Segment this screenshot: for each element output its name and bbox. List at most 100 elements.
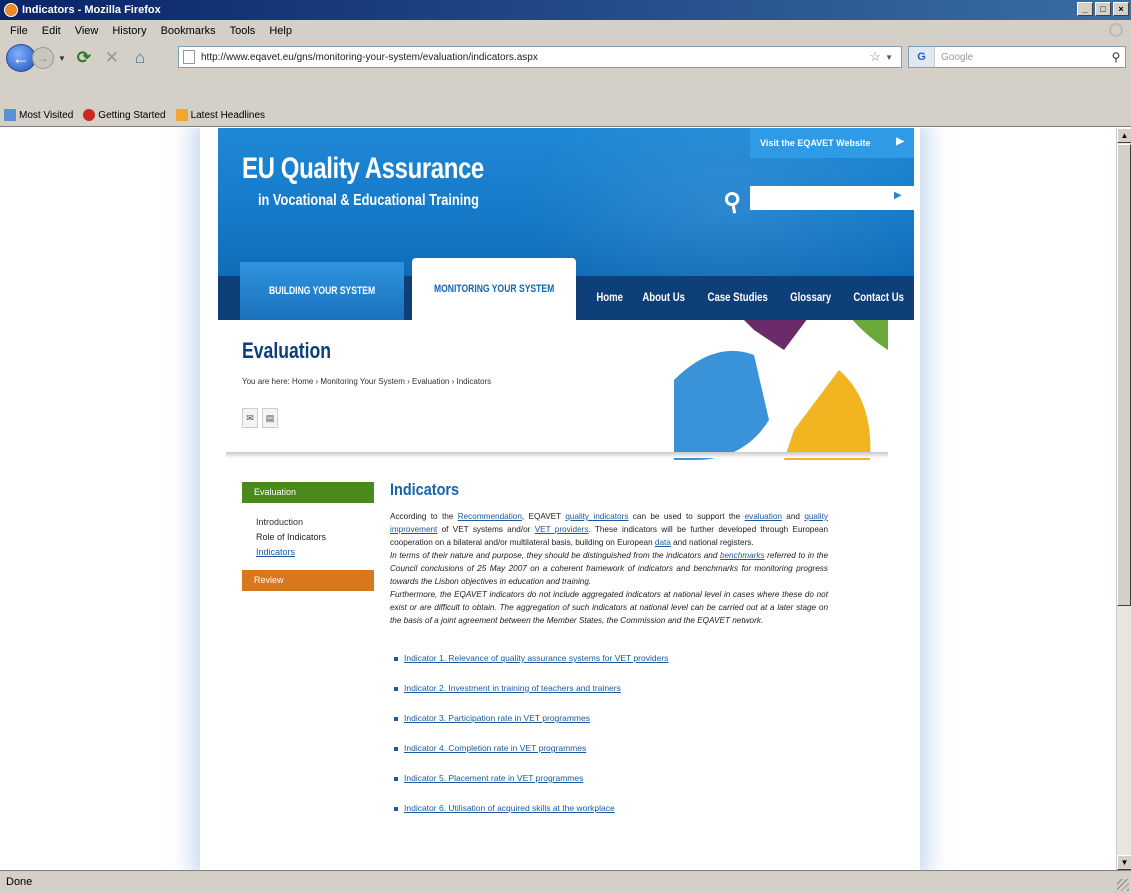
vertical-scrollbar[interactable]: ▲ ▼ (1116, 128, 1131, 870)
url-dropdown-icon[interactable]: ▼ (885, 53, 893, 62)
bookmark-most-visited[interactable]: Most Visited (4, 109, 73, 121)
rss-icon (175, 109, 188, 121)
google-icon[interactable]: G (909, 47, 935, 67)
menu-history[interactable]: History (106, 23, 152, 39)
minimize-button[interactable]: _ (1077, 2, 1093, 16)
page-icon (183, 50, 195, 64)
maximize-button[interactable]: □ (1095, 2, 1111, 16)
main-content: Indicators According to the Recommendati… (390, 480, 828, 831)
scroll-thumb[interactable] (1117, 144, 1131, 606)
divider (226, 452, 888, 458)
status-text: Done (6, 876, 33, 888)
scroll-down-icon[interactable]: ▼ (1117, 855, 1131, 870)
bullet-icon (394, 656, 398, 661)
indicator-list: Indicator 1. Relevance of quality assura… (390, 651, 828, 831)
window-title: Indicators - Mozilla Firefox (22, 4, 161, 16)
forward-icon[interactable]: → (32, 47, 54, 69)
indicator-link-3[interactable]: Indicator 3. Participation rate in VET p… (390, 711, 828, 741)
sidebar-subnav: Introduction Role of Indicators Indicato… (242, 503, 374, 560)
cycle-graphic (674, 320, 888, 460)
link-evaluation[interactable]: evaluation (745, 512, 782, 521)
bookmark-getting-started[interactable]: Getting Started (83, 109, 166, 121)
firefox-icon (4, 3, 18, 17)
bullet-icon (394, 776, 398, 781)
intro-paragraph: According to the Recommendation, EQAVET … (390, 512, 829, 547)
nav-about-us[interactable]: About Us (637, 290, 690, 304)
menu-bar: File Edit View History Bookmarks Tools H… (0, 20, 1131, 42)
nav-glossary[interactable]: Glossary (785, 290, 836, 304)
tab-building-your-system[interactable]: Building Your System (240, 262, 404, 320)
link-quality-indicators[interactable]: quality indicators (565, 512, 628, 521)
search-icon[interactable]: ⚲ (1107, 50, 1125, 64)
menu-tools[interactable]: Tools (224, 23, 262, 39)
sidebar-section-review[interactable]: Review (242, 570, 374, 591)
bookmark-label: Most Visited (19, 109, 74, 121)
bookmark-latest-headlines[interactable]: Latest Headlines (175, 109, 266, 121)
tab-monitoring-your-system[interactable]: Monitoring Your System (412, 258, 576, 320)
menu-bookmarks[interactable]: Bookmarks (155, 23, 222, 39)
site-search-input[interactable] (750, 186, 914, 210)
nav-home[interactable]: Home (593, 290, 626, 304)
menu-edit[interactable]: Edit (36, 23, 67, 39)
breadcrumb[interactable]: You are here: Home › Monitoring Your Sys… (242, 377, 491, 386)
indicator-link-1[interactable]: Indicator 1. Relevance of quality assura… (390, 651, 828, 681)
indicator-link-4[interactable]: Indicator 4. Completion rate in VET prog… (390, 741, 828, 771)
sidebar-item-indicators[interactable]: Indicators (256, 545, 374, 560)
window-controls: _ □ × (1077, 2, 1129, 16)
sidebar-section-evaluation[interactable]: Evaluation (242, 482, 374, 503)
arrow-right-icon: ▶ (896, 136, 904, 147)
sidebar-item-role-of-indicators[interactable]: Role of Indicators (256, 530, 374, 545)
eqavet-website-link[interactable]: Visit the EQAVET Website ▶ (750, 128, 914, 158)
site-header: EU Quality Assurance in Vocational & Edu… (218, 128, 914, 276)
site-title[interactable]: EU Quality Assurance (242, 152, 484, 186)
link-benchmarks[interactable]: benchmarks (720, 551, 765, 560)
indicator-link-5[interactable]: Indicator 5. Placement rate in VET progr… (390, 771, 828, 801)
status-bar: Done (0, 870, 1131, 893)
nav-case-studies[interactable]: Case Studies (700, 290, 775, 304)
page-hero: Evaluation You are here: Home › Monitori… (226, 320, 888, 460)
bookmark-label: Latest Headlines (190, 109, 266, 121)
indicator-link-6[interactable]: Indicator 6. Utilisation of acquired ski… (390, 801, 828, 831)
furthermore-paragraph: Furthermore, the EQAVET indicators do no… (390, 590, 828, 625)
top-links: Home About Us Case Studies Glossary Cont… (593, 290, 910, 304)
bullet-icon (394, 686, 398, 691)
sidebar-item-introduction[interactable]: Introduction (256, 515, 374, 530)
menu-file[interactable]: File (4, 23, 34, 39)
bullet-icon (394, 716, 398, 721)
indicator-link-2[interactable]: Indicator 2. Investment in training of t… (390, 681, 828, 711)
bookmark-label: Getting Started (98, 109, 166, 121)
url-bar[interactable]: http://www.eqavet.eu/gns/monitoring-your… (178, 46, 902, 68)
throbber-icon (1109, 23, 1123, 37)
print-icon[interactable]: ▤ (262, 408, 278, 428)
url-text[interactable]: http://www.eqavet.eu/gns/monitoring-your… (201, 52, 869, 63)
nav-contact-us[interactable]: Contact Us (847, 290, 910, 304)
page-title: Evaluation (242, 338, 331, 363)
search-go-icon[interactable]: ▶ (894, 190, 902, 201)
stop-icon[interactable]: ✕ (100, 48, 124, 68)
email-icon[interactable]: ✉ (242, 408, 258, 428)
content-heading: Indicators (390, 480, 460, 499)
menu-view[interactable]: View (69, 23, 105, 39)
navigation-toolbar: ← → ▼ ⟳ ✕ ⌂ http://www.eqavet.eu/gns/mon… (0, 42, 1131, 74)
firefox-bookmark-icon (83, 109, 96, 121)
search-bar[interactable]: G Google ⚲ (908, 46, 1126, 68)
link-recommendation[interactable]: Recommendation (458, 512, 522, 521)
bookmarks-toolbar: Most Visited Getting Started Latest Head… (0, 104, 1131, 126)
page-viewport: EU Quality Assurance in Vocational & Edu… (0, 128, 1116, 870)
scroll-up-icon[interactable]: ▲ (1117, 128, 1131, 143)
history-dropdown-icon[interactable]: ▼ (58, 54, 66, 63)
bullet-icon (394, 746, 398, 751)
search-input[interactable]: Google (935, 52, 1107, 63)
reload-icon[interactable]: ⟳ (72, 48, 96, 68)
link-data[interactable]: data (655, 538, 671, 547)
link-vet-providers[interactable]: VET providers (535, 525, 589, 534)
resize-grip-icon[interactable] (1117, 879, 1129, 891)
close-button[interactable]: × (1113, 2, 1129, 16)
main-navigation: Building Your System Monitoring Your Sys… (218, 258, 914, 320)
star-icon[interactable]: ☆ (869, 49, 881, 65)
bullet-icon (394, 806, 398, 811)
terms-paragraph: In terms of their nature and purpose, th… (390, 551, 828, 586)
home-icon[interactable]: ⌂ (128, 48, 152, 68)
menu-help[interactable]: Help (263, 23, 298, 39)
bookmark-folder-icon (4, 109, 16, 121)
